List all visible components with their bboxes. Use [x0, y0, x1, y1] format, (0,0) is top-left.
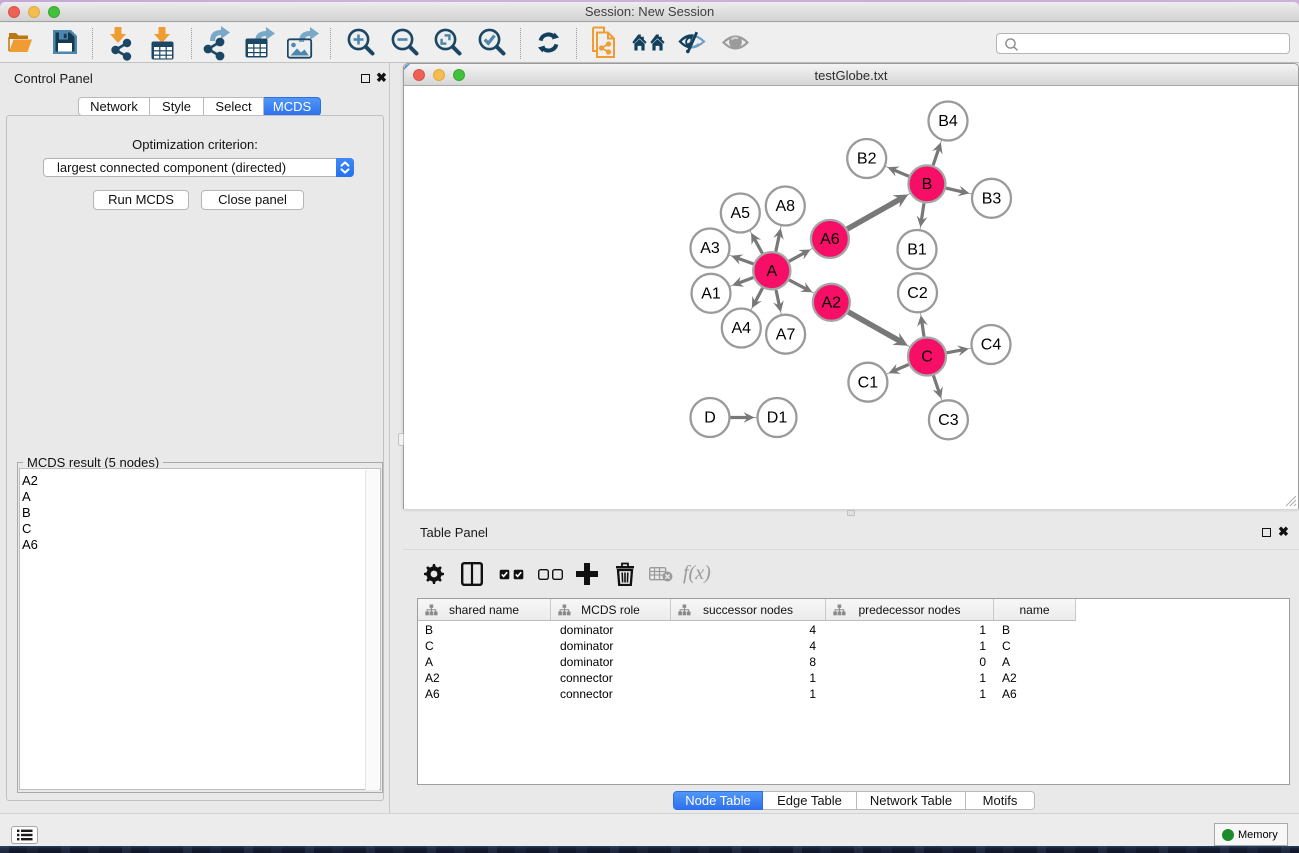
- svg-text:A3: A3: [700, 240, 720, 257]
- svg-text:A6: A6: [820, 231, 840, 248]
- svg-text:A1: A1: [701, 286, 721, 303]
- svg-text:B3: B3: [982, 191, 1002, 208]
- svg-text:A4: A4: [732, 320, 752, 337]
- svg-text:C4: C4: [981, 337, 1002, 354]
- svg-text:A8: A8: [776, 198, 796, 215]
- svg-text:A5: A5: [731, 205, 751, 222]
- svg-text:B4: B4: [938, 113, 958, 130]
- svg-text:B2: B2: [857, 151, 877, 168]
- svg-text:D1: D1: [767, 410, 788, 427]
- svg-text:B1: B1: [907, 242, 927, 259]
- svg-text:C1: C1: [858, 374, 879, 391]
- svg-text:B: B: [922, 176, 933, 193]
- svg-text:A: A: [766, 263, 777, 280]
- svg-text:A7: A7: [776, 326, 796, 343]
- svg-text:C3: C3: [938, 412, 959, 429]
- svg-text:C: C: [921, 349, 933, 366]
- svg-text:D: D: [704, 410, 716, 427]
- svg-text:C2: C2: [907, 285, 928, 302]
- svg-text:A2: A2: [822, 295, 842, 312]
